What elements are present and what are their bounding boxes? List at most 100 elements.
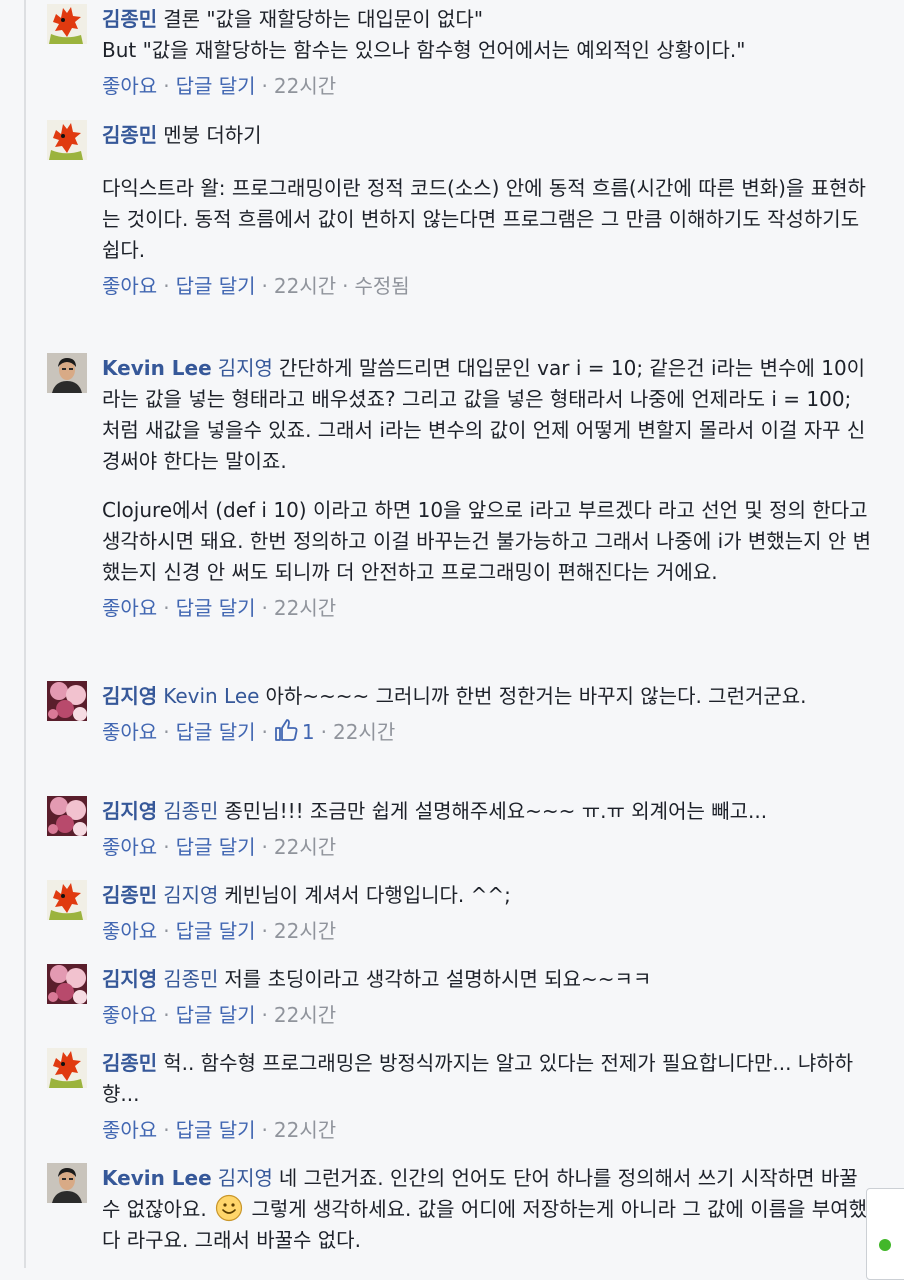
- thumbs-up-icon: [274, 718, 298, 742]
- reply-link[interactable]: 답글 달기: [176, 596, 256, 620]
- comment-actions: 좋아요 · 답글 달기 · 22시간: [102, 1001, 874, 1029]
- comment-actions: 좋아요 · 답글 달기 · 22시간: [102, 1116, 874, 1144]
- avatar[interactable]: [47, 353, 87, 393]
- avatar[interactable]: [47, 964, 87, 1004]
- separator: ·: [261, 1118, 268, 1142]
- timestamp[interactable]: 22시간: [274, 274, 336, 298]
- author-name[interactable]: 김종민: [102, 883, 157, 907]
- avatar[interactable]: [47, 681, 87, 721]
- separator: ·: [320, 720, 327, 744]
- separator: ·: [342, 274, 349, 298]
- author-name[interactable]: 김종민: [102, 7, 157, 31]
- reply-link[interactable]: 답글 달기: [176, 1118, 256, 1142]
- separator: ·: [261, 835, 268, 859]
- red-frog-avatar: [47, 880, 87, 920]
- avatar[interactable]: [47, 796, 87, 836]
- like-link[interactable]: 좋아요: [102, 74, 157, 98]
- separator: ·: [163, 596, 170, 620]
- author-name[interactable]: Kevin Lee: [102, 356, 212, 380]
- avatar[interactable]: [47, 120, 87, 160]
- reply-link[interactable]: 답글 달기: [176, 274, 256, 298]
- pink-flower-avatar: [47, 964, 87, 1004]
- like-link[interactable]: 좋아요: [102, 720, 157, 744]
- avatar[interactable]: [47, 880, 87, 920]
- author-name[interactable]: 김종민: [102, 123, 157, 147]
- red-frog-avatar: [47, 120, 87, 160]
- separator: ·: [163, 919, 170, 943]
- mention-link[interactable]: 김종민: [163, 967, 218, 991]
- comment-actions: 좋아요 · 답글 달기 · 22시간 · 수정됨: [102, 272, 874, 300]
- timestamp[interactable]: 22시간: [274, 596, 336, 620]
- reply-link[interactable]: 답글 달기: [176, 74, 256, 98]
- comment-actions: 좋아요 · 답글 달기 · 22시간: [102, 72, 874, 100]
- separator: ·: [163, 1003, 170, 1027]
- man-portrait-avatar: [47, 353, 87, 393]
- red-frog-avatar: [47, 4, 87, 44]
- separator: ·: [163, 274, 170, 298]
- reply-link[interactable]: 답글 달기: [176, 835, 256, 859]
- comment-text: 다익스트라 왈: 프로그래밍이란 정적 코드(소스) 안에 동적 흐름(시간에 …: [102, 176, 866, 262]
- separator: ·: [163, 1118, 170, 1142]
- smile-emoticon-icon: [215, 1194, 243, 1222]
- reply-link[interactable]: 답글 달기: [176, 919, 256, 943]
- thread-rail: [24, 0, 26, 1268]
- man-portrait-avatar: [47, 1163, 87, 1203]
- separator: ·: [261, 274, 268, 298]
- avatar[interactable]: [47, 1163, 87, 1203]
- chat-sidebar-tab[interactable]: [866, 1188, 904, 1280]
- timestamp[interactable]: 22시간: [274, 919, 336, 943]
- separator: ·: [261, 74, 268, 98]
- like-link[interactable]: 좋아요: [102, 919, 157, 943]
- comment-text: But "값을 재할당하는 함수는 있으나 함수형 언어에서는 예외적인 상황이…: [102, 38, 746, 62]
- like-count[interactable]: 1: [274, 720, 315, 744]
- author-name[interactable]: Kevin Lee: [102, 1166, 212, 1190]
- separator: ·: [163, 720, 170, 744]
- like-link[interactable]: 좋아요: [102, 1118, 157, 1142]
- avatar[interactable]: [47, 1048, 87, 1088]
- like-link[interactable]: 좋아요: [102, 835, 157, 859]
- author-name[interactable]: 김종민: [102, 1051, 157, 1075]
- separator: ·: [261, 1003, 268, 1027]
- red-frog-avatar: [47, 1048, 87, 1088]
- separator: ·: [163, 835, 170, 859]
- timestamp[interactable]: 22시간: [333, 720, 395, 744]
- comment-text: 헉.. 함수형 프로그래밍은 방정식까지는 알고 있다는 전제가 필요합니다만.…: [102, 1051, 854, 1106]
- comment-actions: 좋아요 · 답글 달기 · 22시간: [102, 917, 874, 945]
- avatar[interactable]: [47, 4, 87, 44]
- comment-actions: 좋아요 · 답글 달기 · 22시간: [102, 594, 874, 622]
- timestamp[interactable]: 22시간: [274, 1118, 336, 1142]
- comment-text: 결론 "값을 재할당하는 대입문이 없다": [163, 7, 484, 31]
- comment-actions: 좋아요 · 답글 달기 · 1 · 22시간: [102, 718, 874, 746]
- comment-text: 간단하게 말씀드리면 대입문인 var i = 10; 같은건 i라는 변수에 …: [102, 356, 866, 473]
- like-link[interactable]: 좋아요: [102, 596, 157, 620]
- reply-link[interactable]: 답글 달기: [176, 720, 256, 744]
- separator: ·: [163, 74, 170, 98]
- mention-link[interactable]: 김지영: [163, 883, 218, 907]
- pink-flower-avatar: [47, 796, 87, 836]
- mention-link[interactable]: 김종민: [163, 799, 218, 823]
- mention-link[interactable]: 김지영: [218, 1166, 273, 1190]
- author-name[interactable]: 김지영: [102, 684, 157, 708]
- comment-actions: 좋아요 · 답글 달기 · 22시간: [102, 833, 874, 861]
- like-link[interactable]: 좋아요: [102, 1003, 157, 1027]
- comment-text: 저를 초딩이라고 생각하고 설명하시면 되요~~ㅋㅋ: [224, 967, 652, 991]
- pink-flower-avatar: [47, 681, 87, 721]
- timestamp[interactable]: 22시간: [274, 1003, 336, 1027]
- edited-label[interactable]: 수정됨: [355, 274, 410, 298]
- mention-link[interactable]: Kevin Lee: [163, 684, 259, 708]
- comment-text: 종민님!!! 조금만 쉽게 설명해주세요~~~ ㅠ.ㅠ 외계어는 빼고...: [224, 799, 768, 823]
- mention-link[interactable]: 김지영: [218, 356, 273, 380]
- separator: ·: [261, 596, 268, 620]
- comment-text: 케빈님이 계셔서 다행입니다. ^^;: [224, 883, 511, 907]
- separator: ·: [261, 720, 268, 744]
- separator: ·: [261, 919, 268, 943]
- online-status-icon: [879, 1239, 891, 1251]
- timestamp[interactable]: 22시간: [274, 74, 336, 98]
- comment-text: 멘붕 더하기: [163, 123, 262, 147]
- timestamp[interactable]: 22시간: [274, 835, 336, 859]
- like-count-value: 1: [301, 720, 315, 744]
- author-name[interactable]: 김지영: [102, 967, 157, 991]
- reply-link[interactable]: 답글 달기: [176, 1003, 256, 1027]
- author-name[interactable]: 김지영: [102, 799, 157, 823]
- like-link[interactable]: 좋아요: [102, 274, 157, 298]
